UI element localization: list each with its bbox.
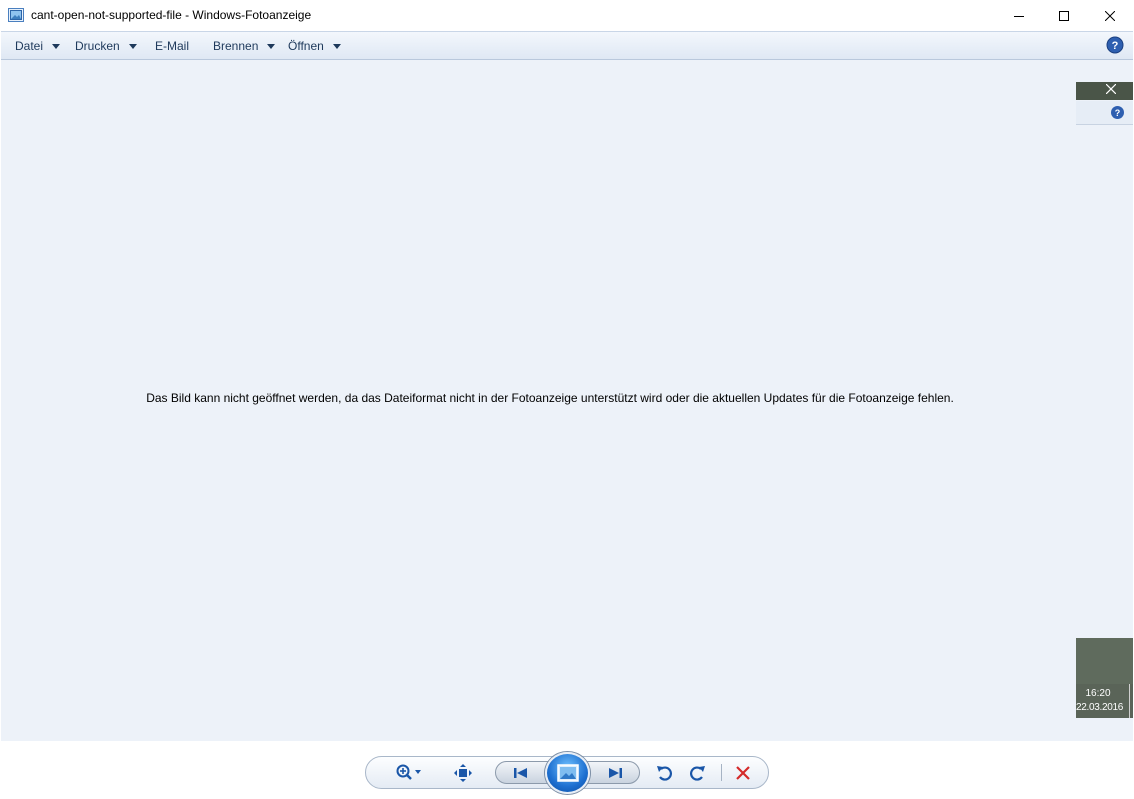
dropdown-arrow-icon — [128, 43, 137, 49]
taskbar-divider — [1129, 684, 1130, 718]
menu-brennen-label: Brennen — [213, 38, 259, 53]
menu-bar: Datei Drucken E-Mail Brennen Öffnen ? — [1, 31, 1133, 60]
maximize-icon — [1059, 10, 1069, 21]
delete-button[interactable] — [730, 757, 756, 788]
menu-oeffnen-label: Öffnen — [288, 38, 324, 53]
window-title: cant-open-not-supported-file - Windows-F… — [31, 8, 312, 22]
image-viewer-area: Das Bild kann nicht geöffnet werden, da … — [1, 60, 1133, 741]
rotate-left-button[interactable] — [652, 757, 676, 788]
slideshow-button[interactable] — [545, 752, 590, 794]
fit-icon — [454, 763, 472, 782]
next-button[interactable] — [598, 757, 632, 788]
menu-email-label: E-Mail — [155, 38, 190, 53]
close-button[interactable] — [1087, 0, 1133, 31]
slideshow-icon — [556, 764, 579, 782]
minimize-button[interactable] — [996, 0, 1042, 31]
menu-drucken-label: Drucken — [75, 38, 120, 53]
taskbar-clock-fragment: 16:20 22.03.2016 — [1076, 638, 1133, 718]
dropdown-arrow-icon — [332, 43, 341, 49]
background-window-titlebar-fragment — [1076, 82, 1133, 100]
error-message: Das Bild kann nicht geöffnet werden, da … — [146, 391, 954, 405]
rotate-counterclockwise-icon — [657, 765, 672, 781]
zoom-button[interactable] — [392, 757, 426, 788]
previous-icon — [514, 767, 527, 778]
previous-button[interactable] — [504, 757, 538, 788]
control-bar — [0, 741, 1134, 799]
clock-date: 22.03.2016 — [1076, 702, 1124, 713]
rotate-right-button[interactable] — [686, 757, 710, 788]
fit-to-window-button[interactable] — [449, 757, 477, 788]
help-icon: ? — [1106, 36, 1124, 54]
close-icon — [1105, 10, 1115, 21]
title-bar: cant-open-not-supported-file - Windows-F… — [0, 0, 1134, 31]
rotate-clockwise-icon — [690, 765, 705, 781]
menu-datei-label: Datei — [15, 38, 44, 53]
menu-brennen[interactable]: Brennen — [213, 32, 276, 59]
photo-viewer-app-icon[interactable] — [8, 8, 24, 22]
svg-text:?: ? — [1112, 40, 1119, 52]
close-icon[interactable] — [1106, 84, 1116, 94]
clock-time: 16:20 — [1085, 688, 1111, 699]
zoom-icon — [396, 764, 421, 780]
control-pill — [365, 752, 769, 794]
help-icon[interactable]: ? — [1110, 105, 1125, 120]
dropdown-arrow-icon — [267, 43, 276, 49]
help-button[interactable]: ? — [1106, 36, 1124, 54]
menu-oeffnen[interactable]: Öffnen — [288, 32, 341, 59]
background-window-menubar-fragment: ? — [1076, 101, 1133, 125]
svg-text:?: ? — [1115, 108, 1121, 118]
menu-datei[interactable]: Datei — [15, 32, 61, 59]
dropdown-arrow-icon — [52, 43, 61, 49]
delete-icon — [736, 765, 750, 780]
control-divider — [721, 764, 722, 781]
menu-email[interactable]: E-Mail — [155, 32, 189, 59]
minimize-icon — [1014, 15, 1024, 17]
maximize-button[interactable] — [1041, 0, 1087, 31]
next-icon — [609, 767, 622, 778]
menu-drucken[interactable]: Drucken — [75, 32, 137, 59]
